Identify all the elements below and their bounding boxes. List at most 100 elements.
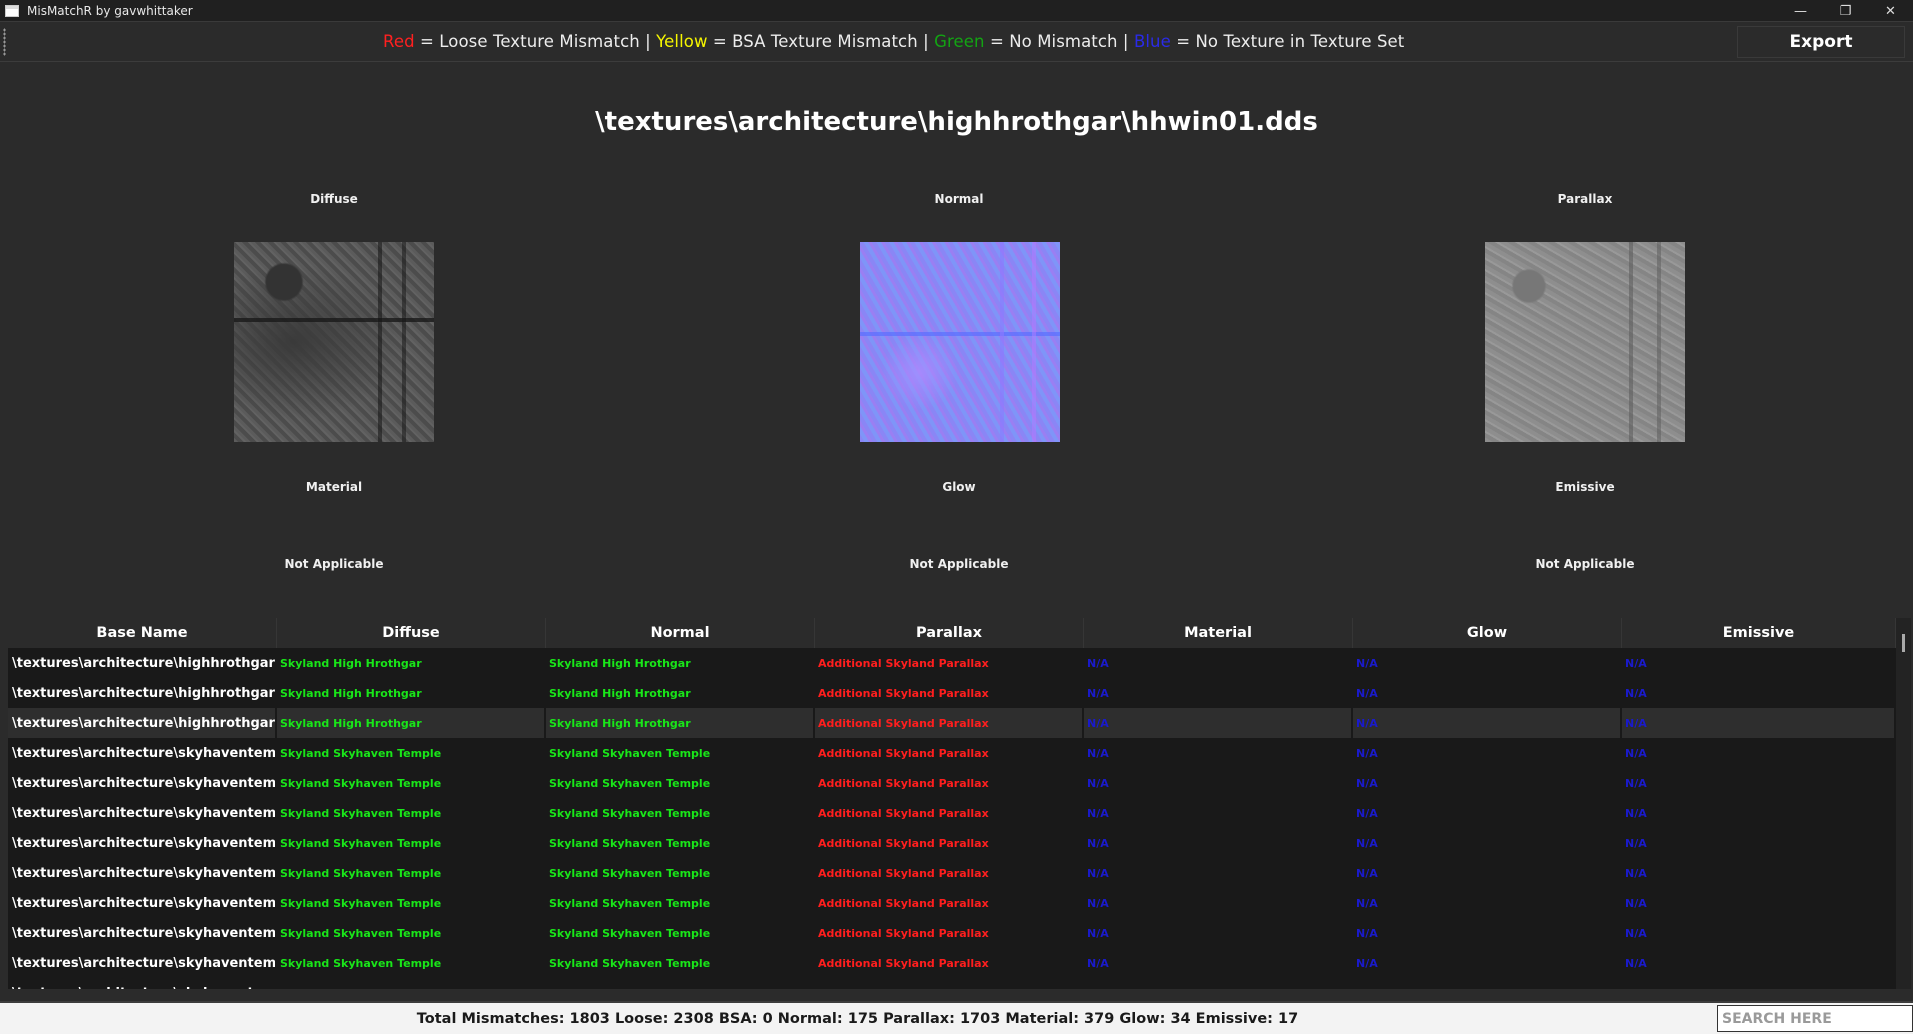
cell-normal[interactable]: Skyland High Hrothgar: [546, 648, 815, 678]
cell-diffuse[interactable]: Skyland Skyhaven Temple: [277, 768, 546, 798]
cell-emissive[interactable]: N/A: [1622, 948, 1896, 978]
cell-parallax[interactable]: Additional Skyland Parallax: [815, 798, 1084, 828]
cell-emissive[interactable]: N/A: [1622, 708, 1896, 738]
close-icon[interactable]: ✕: [1868, 0, 1913, 22]
cell-diffuse[interactable]: Skyland Skyhaven Temple: [277, 858, 546, 888]
cell-normal[interactable]: Skyland Skyhaven Temple: [546, 738, 815, 768]
cell-glow[interactable]: N/A: [1353, 708, 1622, 738]
cell-parallax[interactable]: Additional Skyland Parallax: [815, 828, 1084, 858]
cell-emissive[interactable]: N/A: [1622, 888, 1896, 918]
cell-normal[interactable]: Skyland Skyhaven Temple: [546, 978, 815, 989]
column-header-glow[interactable]: Glow: [1353, 618, 1622, 648]
cell-emissive[interactable]: N/A: [1622, 918, 1896, 948]
cell-diffuse[interactable]: Skyland High Hrothgar: [277, 708, 546, 738]
cell-parallax[interactable]: Additional Skyland Parallax: [815, 978, 1084, 989]
cell-material[interactable]: N/A: [1084, 888, 1353, 918]
table-row[interactable]: \textures\architecture\skyhaventemple\sk…: [8, 888, 1896, 918]
column-header-emissive[interactable]: Emissive: [1622, 618, 1896, 648]
cell-parallax[interactable]: Additional Skyland Parallax: [815, 948, 1084, 978]
table-row[interactable]: \textures\architecture\skyhaventemple\sk…: [8, 828, 1896, 858]
cell-base-name[interactable]: \textures\architecture\skyhaventemple\sk…: [8, 828, 277, 858]
cell-diffuse[interactable]: Skyland High Hrothgar: [277, 648, 546, 678]
cell-glow[interactable]: N/A: [1353, 798, 1622, 828]
cell-parallax[interactable]: Additional Skyland Parallax: [815, 858, 1084, 888]
cell-emissive[interactable]: N/A: [1622, 738, 1896, 768]
cell-base-name[interactable]: \textures\architecture\highhrothgar\hhwi…: [8, 648, 277, 678]
cell-base-name[interactable]: \textures\architecture\skyhaventemple\sk…: [8, 978, 277, 989]
cell-parallax[interactable]: Additional Skyland Parallax: [815, 708, 1084, 738]
cell-glow[interactable]: N/A: [1353, 828, 1622, 858]
cell-diffuse[interactable]: Skyland Skyhaven Temple: [277, 948, 546, 978]
scrollbar-thumb[interactable]: [1902, 634, 1905, 652]
table-row[interactable]: \textures\architecture\skyhaventemple\sk…: [8, 918, 1896, 948]
cell-material[interactable]: N/A: [1084, 678, 1353, 708]
table-row[interactable]: \textures\architecture\highhrothgar\hhwi…: [8, 678, 1896, 708]
table-row[interactable]: \textures\architecture\skyhaventemple\sk…: [8, 768, 1896, 798]
cell-emissive[interactable]: N/A: [1622, 828, 1896, 858]
cell-normal[interactable]: Skyland Skyhaven Temple: [546, 858, 815, 888]
grip-icon[interactable]: [3, 28, 6, 56]
table-scrollbar[interactable]: [1896, 618, 1911, 989]
cell-normal[interactable]: Skyland High Hrothgar: [546, 678, 815, 708]
cell-glow[interactable]: N/A: [1353, 888, 1622, 918]
cell-parallax[interactable]: Additional Skyland Parallax: [815, 678, 1084, 708]
cell-glow[interactable]: N/A: [1353, 978, 1622, 989]
cell-glow[interactable]: N/A: [1353, 648, 1622, 678]
cell-parallax[interactable]: Additional Skyland Parallax: [815, 768, 1084, 798]
cell-emissive[interactable]: N/A: [1622, 678, 1896, 708]
cell-base-name[interactable]: \textures\architecture\skyhaventemple\sk…: [8, 858, 277, 888]
cell-glow[interactable]: N/A: [1353, 858, 1622, 888]
cell-emissive[interactable]: N/A: [1622, 858, 1896, 888]
cell-diffuse[interactable]: Skyland Skyhaven Temple: [277, 798, 546, 828]
cell-material[interactable]: N/A: [1084, 738, 1353, 768]
cell-glow[interactable]: N/A: [1353, 768, 1622, 798]
cell-parallax[interactable]: Additional Skyland Parallax: [815, 738, 1084, 768]
cell-glow[interactable]: N/A: [1353, 738, 1622, 768]
cell-normal[interactable]: Skyland Skyhaven Temple: [546, 828, 815, 858]
cell-material[interactable]: N/A: [1084, 648, 1353, 678]
cell-glow[interactable]: N/A: [1353, 918, 1622, 948]
cell-base-name[interactable]: \textures\architecture\highhrothgar\hhwi…: [8, 678, 277, 708]
cell-material[interactable]: N/A: [1084, 708, 1353, 738]
cell-base-name[interactable]: \textures\architecture\skyhaventemple\sk…: [8, 738, 277, 768]
cell-normal[interactable]: Skyland High Hrothgar: [546, 708, 815, 738]
cell-material[interactable]: N/A: [1084, 978, 1353, 989]
cell-emissive[interactable]: N/A: [1622, 768, 1896, 798]
cell-normal[interactable]: Skyland Skyhaven Temple: [546, 948, 815, 978]
table-row[interactable]: \textures\architecture\skyhaventemple\sk…: [8, 978, 1896, 989]
column-header-normal[interactable]: Normal: [546, 618, 815, 648]
cell-parallax[interactable]: Additional Skyland Parallax: [815, 648, 1084, 678]
table-row[interactable]: \textures\architecture\skyhaventemple\sk…: [8, 738, 1896, 768]
cell-emissive[interactable]: N/A: [1622, 978, 1896, 989]
export-button[interactable]: Export: [1737, 26, 1905, 58]
minimize-icon[interactable]: —: [1778, 0, 1823, 22]
cell-base-name[interactable]: \textures\architecture\skyhaventemple\sk…: [8, 798, 277, 828]
cell-base-name[interactable]: \textures\architecture\skyhaventemple\sk…: [8, 948, 277, 978]
cell-diffuse[interactable]: Skyland Skyhaven Temple: [277, 978, 546, 989]
table-row[interactable]: \textures\architecture\skyhaventemple\sk…: [8, 858, 1896, 888]
cell-base-name[interactable]: \textures\architecture\skyhaventemple\sk…: [8, 918, 277, 948]
search-input[interactable]: [1717, 1005, 1913, 1032]
cell-diffuse[interactable]: Skyland Skyhaven Temple: [277, 738, 546, 768]
table-body[interactable]: \textures\architecture\highhrothgar\hhwi…: [8, 648, 1896, 989]
cell-emissive[interactable]: N/A: [1622, 648, 1896, 678]
cell-parallax[interactable]: Additional Skyland Parallax: [815, 918, 1084, 948]
column-header-base-name[interactable]: Base Name: [8, 618, 277, 648]
cell-diffuse[interactable]: Skyland High Hrothgar: [277, 678, 546, 708]
cell-base-name[interactable]: \textures\architecture\skyhaventemple\sk…: [8, 888, 277, 918]
cell-material[interactable]: N/A: [1084, 858, 1353, 888]
cell-material[interactable]: N/A: [1084, 948, 1353, 978]
cell-normal[interactable]: Skyland Skyhaven Temple: [546, 918, 815, 948]
table-row[interactable]: \textures\architecture\highhrothgar\hhwi…: [8, 648, 1896, 678]
cell-emissive[interactable]: N/A: [1622, 798, 1896, 828]
cell-diffuse[interactable]: Skyland Skyhaven Temple: [277, 828, 546, 858]
table-row[interactable]: \textures\architecture\skyhaventemple\sk…: [8, 798, 1896, 828]
cell-glow[interactable]: N/A: [1353, 948, 1622, 978]
table-row[interactable]: \textures\architecture\highhrothgar\hhwi…: [8, 708, 1896, 738]
cell-material[interactable]: N/A: [1084, 798, 1353, 828]
cell-diffuse[interactable]: Skyland Skyhaven Temple: [277, 918, 546, 948]
restore-icon[interactable]: ❐: [1823, 0, 1868, 22]
cell-parallax[interactable]: Additional Skyland Parallax: [815, 888, 1084, 918]
cell-glow[interactable]: N/A: [1353, 678, 1622, 708]
cell-material[interactable]: N/A: [1084, 918, 1353, 948]
